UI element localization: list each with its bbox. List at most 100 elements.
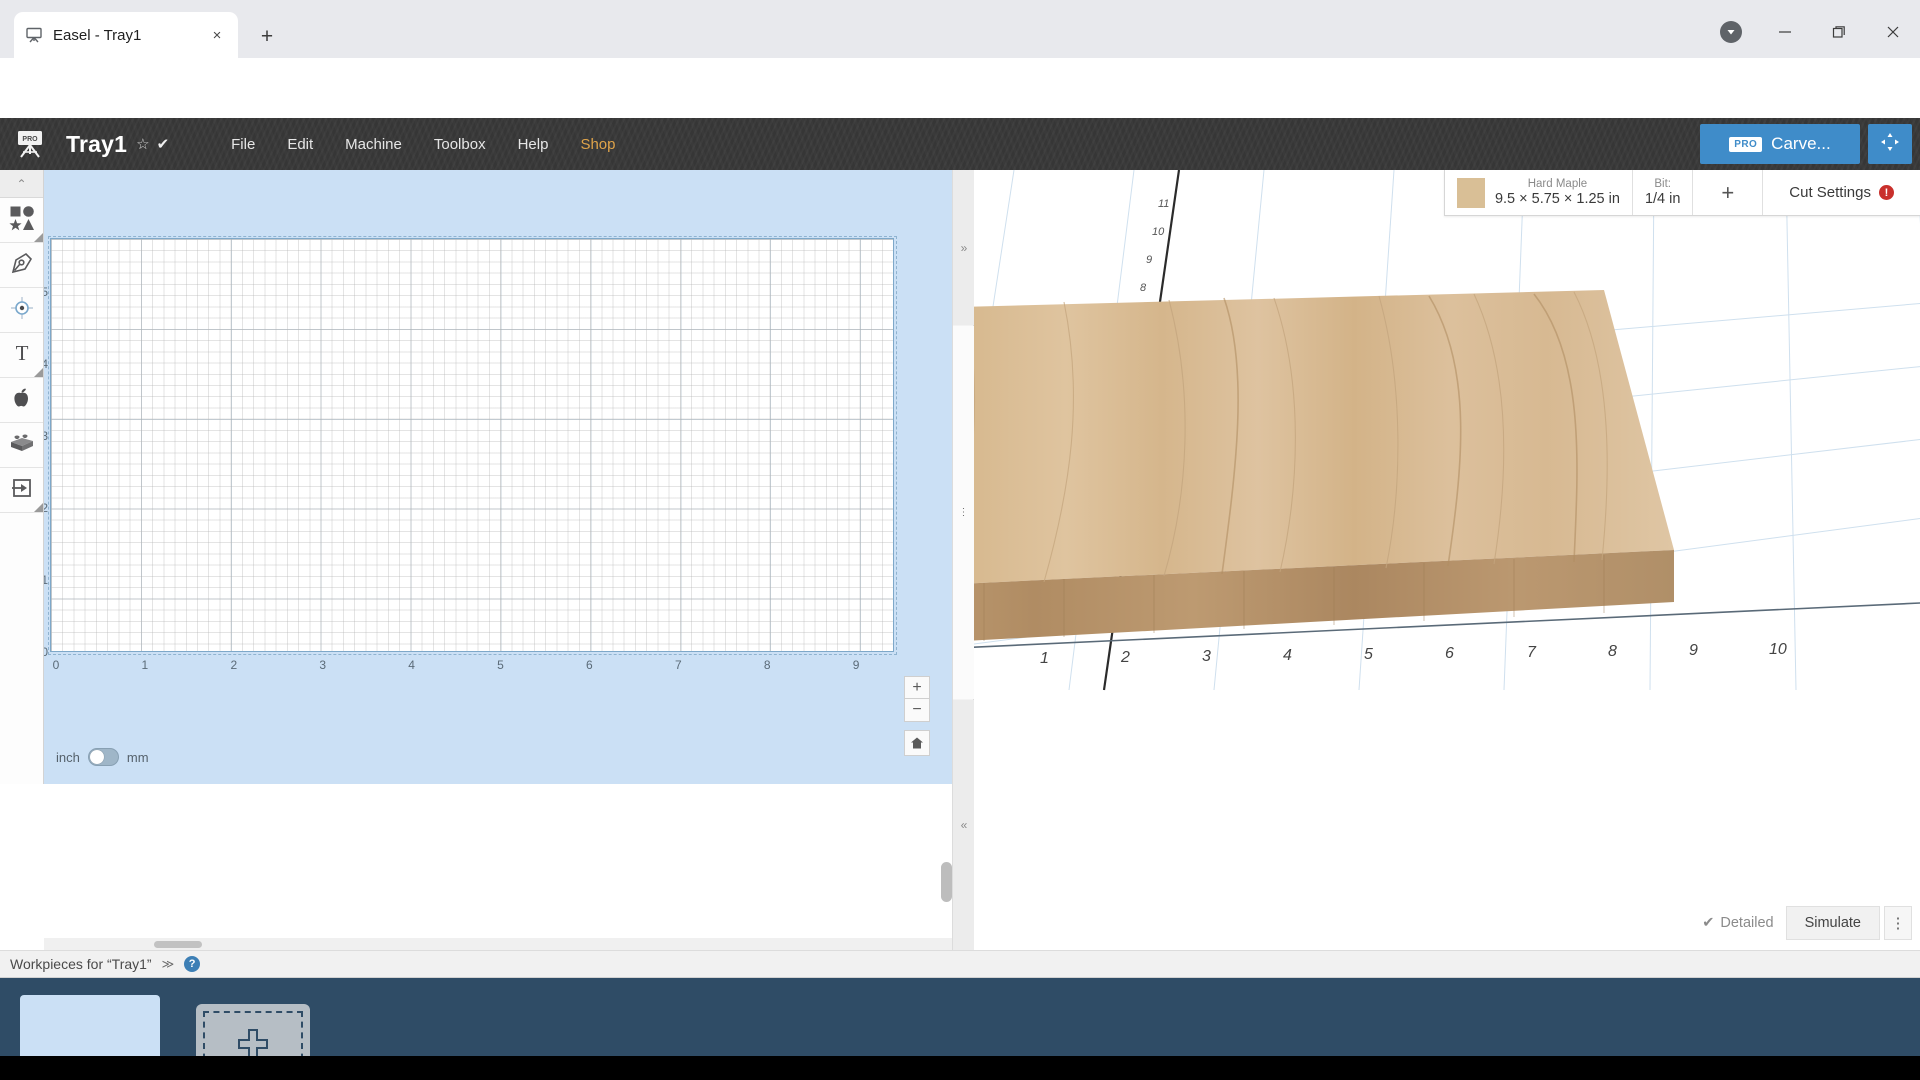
chevron-down-icon[interactable]: ≫ <box>162 957 175 971</box>
sidebar-item-text[interactable]: T <box>0 333 43 378</box>
new-tab-button[interactable]: + <box>252 22 282 52</box>
sidebar-item-center[interactable] <box>0 288 43 333</box>
material-dimensions: 9.5 × 5.75 × 1.25 in <box>1495 191 1620 208</box>
preview-3d-pane[interactable]: 0 0 1 2 3 4 5 6 7 8 9 10 8 9 10 11 <box>974 170 1920 950</box>
pro-badge: PRO <box>1729 137 1762 152</box>
ruler-y-tick: 5 <box>44 285 48 299</box>
preview-controls: ✔ Detailed Simulate ⋮ <box>1694 906 1912 940</box>
bit-value: 1/4 in <box>1645 191 1680 208</box>
sidebar-item-shapes[interactable] <box>0 198 43 243</box>
menu-edit[interactable]: Edit <box>271 130 329 159</box>
pane-splitter[interactable]: » ⋮ « <box>952 170 974 950</box>
menu-shop[interactable]: Shop <box>564 130 631 159</box>
detailed-toggle[interactable]: ✔ Detailed <box>1694 915 1781 931</box>
sidebar-item-import[interactable] <box>0 468 43 513</box>
carve-button[interactable]: PRO Carve... <box>1700 124 1860 164</box>
splitter-drag-handle[interactable]: ⋮ <box>953 326 975 699</box>
ruler-y-tick: 0 <box>44 645 48 659</box>
ruler-x-tick: 9 <box>853 658 860 672</box>
import-more-corner[interactable] <box>34 503 43 512</box>
pen-icon <box>10 251 34 280</box>
browser-chrome: Easel - Tray1 × + <box>0 0 1920 58</box>
workpiece-grid[interactable] <box>50 238 894 652</box>
sidebar-item-apps[interactable] <box>0 378 43 423</box>
ruler-x-tick: 6 <box>586 658 593 672</box>
close-icon[interactable]: × <box>206 24 228 46</box>
plus-icon: + <box>1705 180 1750 206</box>
text-more-corner[interactable] <box>34 368 43 377</box>
app-menubar: PRO Tray1 ☆ ✔ File Edit Machine Toolbox … <box>0 118 1920 170</box>
cut-settings-button[interactable]: Cut Settings ! <box>1763 170 1920 215</box>
help-icon[interactable]: ? <box>184 956 200 972</box>
ruler-x-tick: 3 <box>319 658 326 672</box>
menubar-right: PRO Carve... <box>1700 124 1920 164</box>
svg-text:PRO: PRO <box>22 136 38 143</box>
canvas-horizontal-scrollbar[interactable] <box>44 938 952 950</box>
window-controls <box>1704 12 1920 52</box>
check-icon: ✔ <box>1702 915 1714 931</box>
target-icon <box>10 296 34 325</box>
star-icon[interactable]: ☆ <box>136 135 149 153</box>
scrollbar-thumb[interactable] <box>154 941 202 948</box>
unit-toggle-switch[interactable] <box>88 748 119 766</box>
menu-toolbox[interactable]: Toolbox <box>418 130 502 159</box>
workpieces-header: Workpieces for “Tray1” ≫ ? <box>0 950 1920 978</box>
sidebar-item-pen[interactable] <box>0 243 43 288</box>
saved-check-icon: ✔ <box>157 135 170 153</box>
move-tool-button[interactable] <box>1868 124 1912 164</box>
material-name: Hard Maple <box>1528 178 1587 191</box>
zoom-out-button[interactable]: − <box>904 699 930 722</box>
ruler-x-tick: 7 <box>675 658 682 672</box>
shapes-more-corner[interactable] <box>34 233 43 242</box>
left-toolbar: ⌃ <box>0 170 44 784</box>
ruler-y-tick: 4 <box>44 357 48 371</box>
unit-toggle-knob <box>90 750 104 764</box>
menu-help[interactable]: Help <box>502 130 565 159</box>
project-title[interactable]: Tray1 <box>66 131 127 158</box>
four-arrows-icon <box>1878 130 1902 159</box>
unit-toggle[interactable]: inch mm <box>56 748 149 766</box>
apple-icon <box>10 386 34 415</box>
easel-pro-logo-icon[interactable]: PRO <box>10 124 50 164</box>
menu-file[interactable]: File <box>215 130 271 159</box>
unit-label-inch: inch <box>56 750 80 765</box>
close-window-button[interactable] <box>1866 12 1920 52</box>
ruler-y-tick: 2 <box>44 501 48 515</box>
preview-more-menu-button[interactable]: ⋮ <box>1884 906 1912 940</box>
simulate-button[interactable]: Simulate <box>1786 906 1880 940</box>
ruler-y-tick: 1 <box>44 573 48 587</box>
material-swatch <box>1457 178 1485 208</box>
app-root: Easel - Tray1 × + <box>0 0 1920 1080</box>
import-arrow-icon <box>10 476 34 505</box>
canvas-vertical-scrollbar-thumb[interactable] <box>941 862 952 902</box>
ruler-x-tick: 8 <box>764 658 771 672</box>
material-button[interactable]: Hard Maple 9.5 × 5.75 × 1.25 in <box>1445 170 1633 215</box>
workpieces-title: Workpieces for “Tray1” <box>10 956 152 972</box>
splitter-collapse-button[interactable]: « <box>953 700 975 950</box>
ruler-x-tick: 0 <box>53 658 60 672</box>
ruler-x-tick: 4 <box>408 658 415 672</box>
tab-title: Easel - Tray1 <box>53 27 206 44</box>
design-canvas[interactable]: 0 1 2 3 4 5 6 7 8 9 0 1 2 3 4 5 inch <box>44 170 952 784</box>
bit-button[interactable]: Bit: 1/4 in <box>1633 170 1693 215</box>
perspective-grid <box>974 170 1920 950</box>
toolbar-collapse-button[interactable]: ⌃ <box>0 170 43 198</box>
ruler-x-tick: 1 <box>142 658 149 672</box>
splitter-expand-button[interactable]: » <box>953 170 975 325</box>
maximize-button[interactable] <box>1812 12 1866 52</box>
easel-app: PRO Tray1 ☆ ✔ File Edit Machine Toolbox … <box>0 58 1920 1080</box>
text-t-icon: T <box>10 341 34 370</box>
tab-strip: Easel - Tray1 × + <box>0 0 1920 58</box>
sidebar-item-blocks[interactable] <box>0 423 43 468</box>
lego-brick-icon <box>9 430 35 461</box>
minimize-button[interactable] <box>1758 12 1812 52</box>
add-bit-button[interactable]: + <box>1693 170 1763 215</box>
menu-machine[interactable]: Machine <box>329 130 418 159</box>
download-indicator-button[interactable] <box>1704 12 1758 52</box>
workpiece-3d-board <box>974 290 1674 646</box>
ruler-x-tick: 5 <box>497 658 504 672</box>
zoom-in-button[interactable]: + <box>904 676 930 699</box>
browser-tab[interactable]: Easel - Tray1 × <box>14 12 238 58</box>
zoom-home-button[interactable] <box>904 730 930 756</box>
bit-label: Bit: <box>1654 178 1671 191</box>
